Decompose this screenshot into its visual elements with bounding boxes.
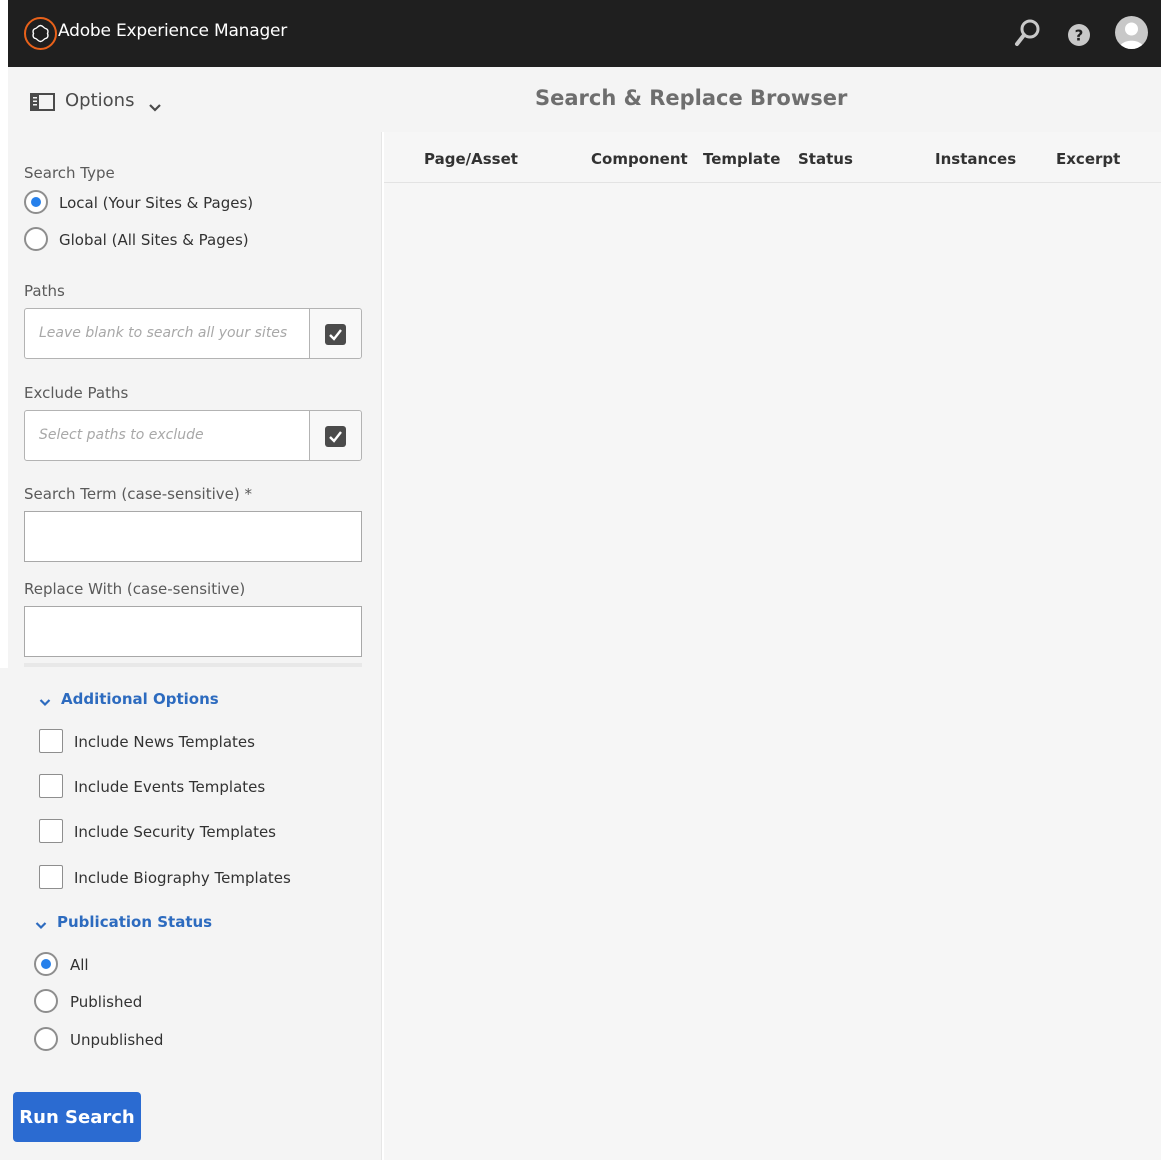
app-title[interactable]: Adobe Experience Manager: [58, 21, 287, 41]
publication-status-toggle[interactable]: Publication Status: [35, 913, 212, 931]
column-header-excerpt[interactable]: Excerpt: [1056, 150, 1120, 168]
exclude-paths-placeholder[interactable]: Select paths to exclude: [39, 427, 204, 443]
chevron-down-icon: [39, 693, 51, 711]
checkbox-news-templates[interactable]: [39, 729, 63, 753]
user-avatar-icon[interactable]: [1115, 16, 1148, 49]
additional-options-title[interactable]: Additional Options: [61, 690, 219, 708]
checkbox-label-security[interactable]: Include Security Templates: [74, 823, 276, 841]
results-panel: Page/Asset Component Template Status Ins…: [384, 132, 1161, 1160]
column-header-component[interactable]: Component: [591, 150, 688, 168]
additional-options-toggle[interactable]: Additional Options: [39, 690, 219, 708]
help-icon[interactable]: ?: [1066, 18, 1092, 52]
rail-toggle-icon[interactable]: [30, 93, 55, 115]
radio-status-published[interactable]: [34, 989, 58, 1013]
paths-placeholder[interactable]: Leave blank to search all your sites: [39, 325, 287, 341]
exclude-paths-browse-button[interactable]: [309, 411, 361, 460]
paths-label: Paths: [24, 282, 65, 300]
radio-label-all[interactable]: All: [70, 956, 89, 974]
radio-label-global[interactable]: Global (All Sites & Pages): [59, 231, 249, 249]
checkbox-biography-templates[interactable]: [39, 865, 63, 889]
section-divider: [24, 663, 362, 667]
aem-logo-icon[interactable]: [24, 17, 57, 50]
exclude-paths-field[interactable]: Select paths to exclude: [24, 410, 362, 461]
radio-search-type-local[interactable]: [24, 190, 48, 214]
radio-label-local[interactable]: Local (Your Sites & Pages): [59, 194, 253, 212]
page-title: Search & Replace Browser: [535, 86, 848, 110]
checkmark-icon: [325, 426, 346, 447]
search-term-label: Search Term (case-sensitive) *: [24, 485, 252, 503]
checkbox-events-templates[interactable]: [39, 774, 63, 798]
radio-search-type-global[interactable]: [24, 227, 48, 251]
svg-text:?: ?: [1075, 27, 1084, 45]
results-table-header: Page/Asset Component Template Status Ins…: [384, 132, 1161, 183]
radio-status-unpublished[interactable]: [34, 1027, 58, 1051]
checkbox-label-events[interactable]: Include Events Templates: [74, 778, 265, 796]
radio-status-all[interactable]: [34, 952, 58, 976]
run-search-button[interactable]: Run Search: [13, 1092, 141, 1142]
search-type-label: Search Type: [24, 164, 115, 182]
column-header-instances[interactable]: Instances: [935, 150, 1016, 168]
checkbox-label-biography[interactable]: Include Biography Templates: [74, 869, 291, 887]
search-icon[interactable]: [1014, 18, 1042, 52]
chevron-down-icon: [35, 916, 47, 934]
exclude-paths-label: Exclude Paths: [24, 384, 129, 402]
replace-with-input[interactable]: [25, 607, 361, 656]
radio-label-unpublished[interactable]: Unpublished: [70, 1031, 163, 1049]
column-header-status[interactable]: Status: [798, 150, 853, 168]
checkmark-icon: [325, 324, 346, 345]
search-term-field[interactable]: [24, 511, 362, 562]
column-header-template[interactable]: Template: [703, 150, 780, 168]
radio-label-published[interactable]: Published: [70, 993, 142, 1011]
checkbox-security-templates[interactable]: [39, 819, 63, 843]
paths-browse-button[interactable]: [309, 309, 361, 358]
paths-field[interactable]: Leave blank to search all your sites: [24, 308, 362, 359]
checkbox-label-news[interactable]: Include News Templates: [74, 733, 255, 751]
column-header-page-asset[interactable]: Page/Asset: [424, 150, 518, 168]
search-term-input[interactable]: [25, 512, 361, 561]
options-menu-label[interactable]: Options: [65, 90, 134, 111]
replace-with-label: Replace With (case-sensitive): [24, 580, 246, 598]
replace-with-field[interactable]: [24, 606, 362, 657]
shell-header: Adobe Experience Manager ?: [8, 0, 1161, 67]
action-bar: Options Search & Replace Browser: [8, 67, 1161, 132]
chevron-down-icon[interactable]: [148, 97, 162, 116]
publication-status-title[interactable]: Publication Status: [57, 913, 212, 931]
